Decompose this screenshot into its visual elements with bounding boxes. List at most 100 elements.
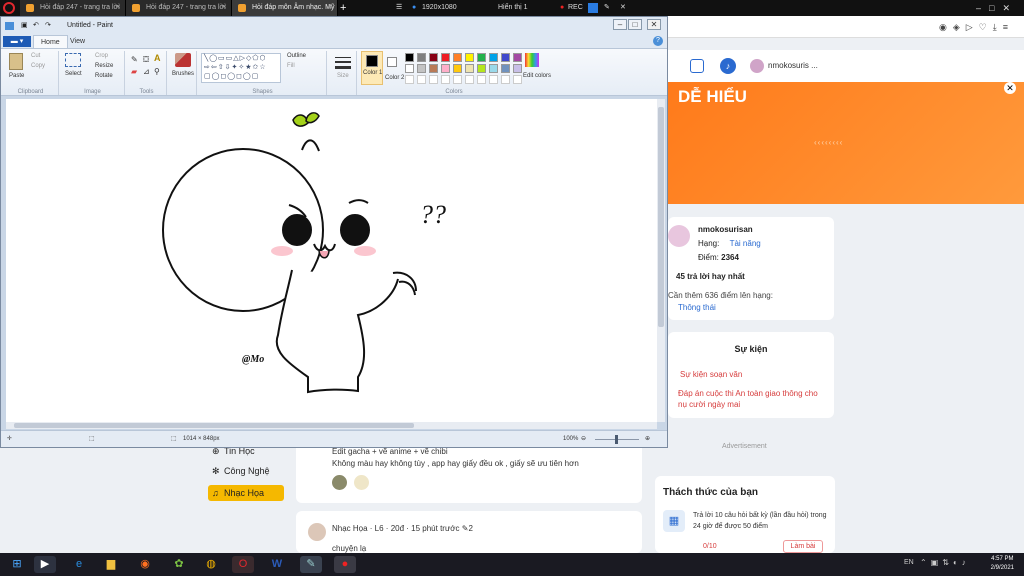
browser-tab-1[interactable]: Hỏi đáp 247 - trang tra lời ✕ <box>20 0 126 16</box>
vertical-scrollbar[interactable] <box>657 99 665 422</box>
app-icon[interactable]: ✿ <box>168 556 190 573</box>
recorder-display[interactable]: Hiển thị 1 <box>498 0 528 16</box>
color-swatch[interactable] <box>441 53 450 62</box>
tab-close-icon[interactable]: ✕ <box>115 0 121 16</box>
camera-icon[interactable]: ◉ <box>939 22 953 32</box>
menu-icon[interactable]: ☰ <box>396 0 402 16</box>
empty-color-swatch[interactable] <box>465 75 474 84</box>
zoom-out-icon[interactable]: ⊖ <box>581 431 586 448</box>
color-swatch[interactable] <box>489 53 498 62</box>
select-icon[interactable] <box>65 53 81 67</box>
maximize-button[interactable]: □ <box>628 19 642 30</box>
recorder-stop-icon[interactable] <box>588 3 598 13</box>
outline-button[interactable]: Outline <box>287 53 306 59</box>
empty-color-swatch[interactable] <box>441 75 450 84</box>
magnifier-icon[interactable]: ⚲ <box>154 67 160 76</box>
recorder-icon[interactable]: ● <box>334 556 356 573</box>
microphone-icon[interactable]: ● <box>412 0 416 16</box>
chat-icon[interactable] <box>690 59 704 73</box>
tray-icons[interactable]: ⌃▣⇅◐♪ <box>920 558 970 567</box>
drawing-canvas[interactable]: ?? @Mo <box>6 99 657 422</box>
color-swatch[interactable] <box>417 64 426 73</box>
paste-icon[interactable] <box>9 53 23 70</box>
sidebar-item-nhac-hoa[interactable]: ♫ Nhạc Họa <box>208 485 284 501</box>
menu-icon[interactable]: ≡ <box>1003 22 1014 32</box>
color-swatch[interactable] <box>417 53 426 62</box>
pen-icon[interactable]: ✎ <box>604 0 610 16</box>
profile-name[interactable]: nmokosurisan <box>698 225 753 234</box>
record-button[interactable]: REC <box>568 0 583 16</box>
play-icon[interactable]: ▷ <box>966 22 979 32</box>
opera-logo-icon[interactable] <box>3 2 15 14</box>
internet-explorer-icon[interactable]: e <box>68 556 90 573</box>
paint-title-bar[interactable]: ▣ ↶ ↷ Untitled - Paint – □ ✕ <box>1 17 667 35</box>
tab-view[interactable]: View <box>63 35 92 48</box>
question-card[interactable]: Edit gacha + vẽ anime + vẽ chibi Không m… <box>296 440 642 503</box>
select-button[interactable]: Select <box>65 71 82 77</box>
tab-close-icon[interactable]: ✕ <box>327 0 333 16</box>
profile-avatar[interactable] <box>668 225 690 247</box>
cut-button[interactable]: Cut <box>31 53 40 59</box>
firefox-icon[interactable]: ◉ <box>134 556 156 573</box>
minimize-icon[interactable]: – <box>976 3 989 13</box>
answer-avatar[interactable] <box>332 475 347 490</box>
paint-icon[interactable]: ✎ <box>300 556 322 573</box>
empty-color-swatch[interactable] <box>417 75 426 84</box>
color-swatch[interactable] <box>513 53 522 62</box>
maximize-icon[interactable]: □ <box>989 3 1002 13</box>
empty-color-swatch[interactable] <box>513 75 522 84</box>
recorder-resolution[interactable]: 1920x1080 <box>422 0 457 16</box>
brush-icon[interactable] <box>175 53 191 67</box>
new-tab-button[interactable]: + <box>340 0 346 16</box>
color2-swatch[interactable] <box>387 57 397 67</box>
recorder-close-icon[interactable]: ✕ <box>620 0 626 16</box>
scroll-thumb[interactable] <box>14 423 414 428</box>
empty-color-swatch[interactable] <box>429 75 438 84</box>
file-menu-button[interactable]: ▬ ▾ <box>3 36 31 47</box>
color-swatch[interactable] <box>501 64 510 73</box>
color-swatch[interactable] <box>429 53 438 62</box>
browser-tab-2[interactable]: Hỏi đáp 247 - trang tra lời ✕ <box>126 0 232 16</box>
challenge-button[interactable]: Làm bài <box>783 540 823 553</box>
zoom-slider-thumb[interactable] <box>615 435 618 444</box>
event-link[interactable]: Đáp án cuộc thi An toàn giao thông cho n… <box>678 388 828 410</box>
color-picker-icon[interactable]: ⊿ <box>143 67 150 76</box>
tab-close-icon[interactable]: ✕ <box>221 0 227 16</box>
language-indicator[interactable]: EN <box>904 559 914 566</box>
color-swatch[interactable] <box>405 53 414 62</box>
color-swatch[interactable] <box>513 64 522 73</box>
minimize-button[interactable]: – <box>613 19 627 30</box>
edit-colors-icon[interactable] <box>525 53 539 67</box>
header-username[interactable]: nmokosuris ... <box>768 61 818 70</box>
sidebar-item-cong-nghe[interactable]: ✻ Công Nghệ <box>208 463 284 479</box>
color-swatch[interactable] <box>453 53 462 62</box>
empty-color-swatch[interactable] <box>477 75 486 84</box>
color-swatch[interactable] <box>465 64 474 73</box>
color-swatch[interactable] <box>429 64 438 73</box>
color-swatch[interactable] <box>477 53 486 62</box>
rotate-button[interactable]: Rotate <box>95 73 113 79</box>
word-icon[interactable]: W <box>266 556 288 573</box>
color-swatch[interactable] <box>453 64 462 73</box>
scroll-thumb[interactable] <box>658 107 664 327</box>
copy-button[interactable]: Copy <box>31 63 45 69</box>
undo-icon[interactable]: ↶ <box>33 17 39 35</box>
shield-icon[interactable]: ◈ <box>953 22 966 32</box>
edit-colors-button[interactable]: Edit colors <box>523 73 551 80</box>
paste-button[interactable]: Paste <box>9 73 24 79</box>
horizontal-scrollbar[interactable] <box>6 422 657 429</box>
color-swatch[interactable] <box>501 53 510 62</box>
text-icon[interactable]: A <box>154 53 161 63</box>
file-explorer-icon[interactable]: ▆ <box>100 556 122 573</box>
shapes-gallery[interactable]: ╲◯▭▭△▷◇⬠⬡ ⇨⇦⇧⇩✦✧★✩☆ ▢◯◻◯◻◯▢ <box>201 53 281 83</box>
media-player-icon[interactable]: ▶ <box>34 556 56 573</box>
crop-button[interactable]: Crop <box>95 53 108 59</box>
empty-color-swatch[interactable] <box>501 75 510 84</box>
color-swatch[interactable] <box>477 64 486 73</box>
clock[interactable]: 4:57 PM 2/9/2021 <box>991 555 1014 573</box>
question-card[interactable]: Nhạc Họa · L6 · 20đ · 15 phút trước ✎2 c… <box>296 511 642 553</box>
empty-color-swatch[interactable] <box>453 75 462 84</box>
browser-tab-3[interactable]: Hỏi đáp môn Âm nhạc. Mỹ ✕ <box>232 0 338 16</box>
resize-button[interactable]: Resize <box>95 63 113 69</box>
empty-color-swatch[interactable] <box>489 75 498 84</box>
